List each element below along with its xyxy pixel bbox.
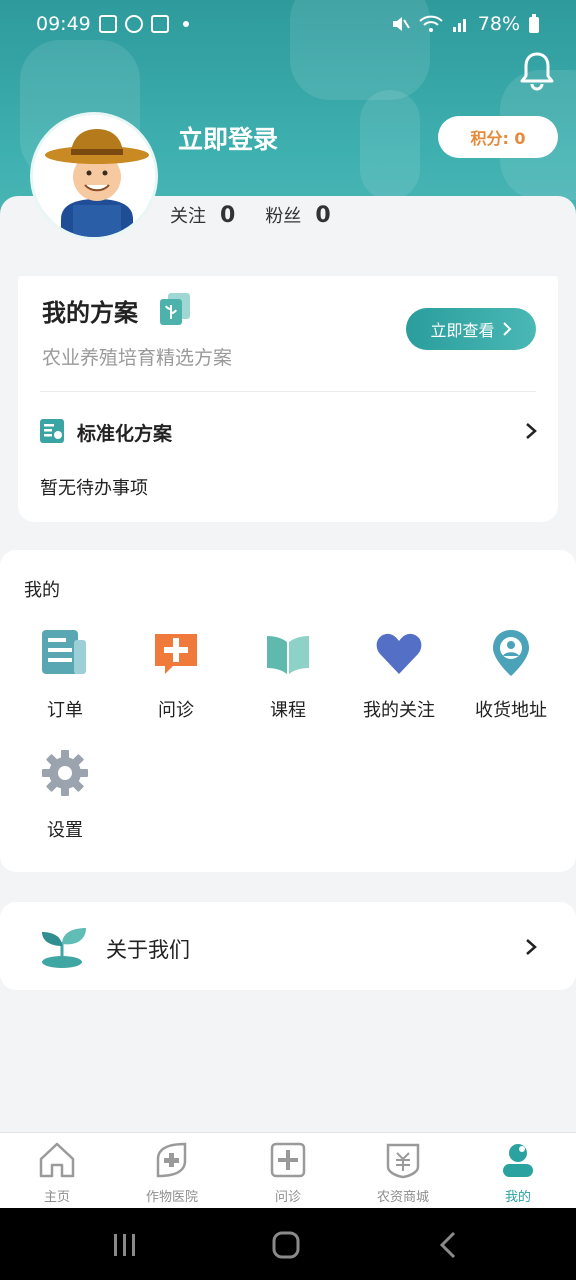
menu-item-courses[interactable]: 课程 bbox=[232, 628, 344, 722]
heart-icon bbox=[376, 633, 422, 674]
app-notification-icon bbox=[124, 15, 143, 33]
menu-label: 设置 bbox=[47, 820, 83, 841]
menu-item-consult[interactable]: 问诊 bbox=[120, 628, 232, 722]
bottom-tab-bar: 主页 作物医院 问诊 农资商城 我的 bbox=[0, 1132, 576, 1208]
view-plan-label: 立即查看 bbox=[430, 321, 495, 340]
order-icon bbox=[42, 630, 86, 674]
book-icon bbox=[267, 636, 309, 674]
points-button[interactable]: 积分: 0 bbox=[438, 116, 558, 158]
follow-stats: 关注 0 粉丝 0 bbox=[170, 202, 361, 228]
gear-icon bbox=[42, 750, 88, 796]
menu-item-favorites[interactable]: 我的关注 bbox=[343, 628, 455, 722]
tab-crop-hospital[interactable]: 作物医院 bbox=[115, 1141, 229, 1205]
crop-hospital-icon bbox=[156, 1142, 187, 1178]
wifi-icon bbox=[419, 15, 443, 32]
battery-percent: 78% bbox=[477, 13, 520, 35]
mine-section: 我的 订单 问诊 课程 我的关注 收货地址 设置 bbox=[0, 550, 576, 872]
mall-icon bbox=[386, 1143, 420, 1179]
plan-docs-icon bbox=[160, 293, 190, 325]
tab-consult[interactable]: 问诊 bbox=[231, 1141, 345, 1205]
tab-mine[interactable]: 我的 bbox=[461, 1141, 575, 1205]
menu-item-address[interactable]: 收货地址 bbox=[455, 628, 567, 722]
home-icon bbox=[39, 1142, 75, 1178]
tab-home[interactable]: 主页 bbox=[0, 1141, 114, 1205]
signal-icon bbox=[452, 19, 466, 32]
menu-item-orders[interactable]: 订单 bbox=[9, 628, 121, 722]
system-nav-bar bbox=[0, 1208, 576, 1280]
login-link[interactable]: 立即登录 bbox=[178, 120, 278, 156]
chevron-right-icon bbox=[526, 939, 537, 955]
fans-label[interactable]: 粉丝 bbox=[265, 202, 301, 228]
follow-count[interactable]: 0 bbox=[220, 203, 235, 228]
chevron-right-icon bbox=[502, 322, 511, 336]
menu-item-settings[interactable]: 设置 bbox=[9, 748, 121, 842]
tab-label: 问诊 bbox=[274, 1190, 301, 1205]
follow-label[interactable]: 关注 bbox=[170, 202, 206, 228]
avatar[interactable] bbox=[30, 112, 158, 240]
divider bbox=[40, 391, 536, 392]
status-bar: 09:49 78% bbox=[0, 0, 576, 48]
plan-card: 我的方案 农业养殖培育精选方案 立即查看 标准化方案 暂无待办事项 bbox=[18, 267, 558, 522]
profile-icon bbox=[503, 1144, 533, 1177]
home-nav-icon[interactable] bbox=[271, 1230, 301, 1260]
mine-title: 我的 bbox=[24, 580, 60, 601]
consult-icon bbox=[155, 634, 197, 674]
menu-label: 收货地址 bbox=[475, 700, 547, 721]
tab-label: 作物医院 bbox=[145, 1190, 198, 1205]
plan-title: 我的方案 bbox=[42, 299, 138, 327]
tab-label: 我的 bbox=[504, 1190, 531, 1205]
battery-icon bbox=[529, 14, 539, 33]
menu-label: 问诊 bbox=[158, 700, 194, 721]
sprout-icon bbox=[42, 928, 86, 968]
tab-label: 主页 bbox=[43, 1190, 70, 1205]
tab-mall[interactable]: 农资商城 bbox=[346, 1141, 460, 1205]
farmer-avatar-icon bbox=[33, 115, 155, 237]
standard-plan-label[interactable]: 标准化方案 bbox=[77, 419, 172, 446]
menu-label: 课程 bbox=[270, 700, 306, 721]
recent-apps-icon[interactable] bbox=[110, 1230, 140, 1260]
standard-plan-icon bbox=[40, 419, 64, 443]
menu-label: 订单 bbox=[47, 700, 83, 721]
bell-icon[interactable] bbox=[518, 50, 556, 92]
status-time: 09:49 bbox=[36, 13, 91, 35]
mute-icon bbox=[392, 17, 410, 31]
back-icon[interactable] bbox=[434, 1230, 464, 1260]
tab-label: 农资商城 bbox=[376, 1190, 429, 1205]
chevron-right-icon[interactable] bbox=[524, 423, 538, 439]
plan-subtitle: 农业养殖培育精选方案 bbox=[42, 347, 233, 369]
about-us-row[interactable]: 关于我们 bbox=[0, 902, 576, 990]
view-plan-button[interactable]: 立即查看 bbox=[406, 308, 536, 350]
checkbox-notification-icon bbox=[150, 15, 169, 33]
about-us-label: 关于我们 bbox=[106, 938, 190, 962]
notification-dot-icon bbox=[182, 21, 189, 27]
gallery-icon bbox=[98, 15, 117, 33]
location-icon bbox=[493, 630, 529, 676]
todo-empty-text: 暂无待办事项 bbox=[40, 478, 148, 499]
menu-label: 我的关注 bbox=[363, 700, 435, 721]
fans-count[interactable]: 0 bbox=[315, 203, 330, 228]
consult-tab-icon bbox=[270, 1142, 306, 1178]
